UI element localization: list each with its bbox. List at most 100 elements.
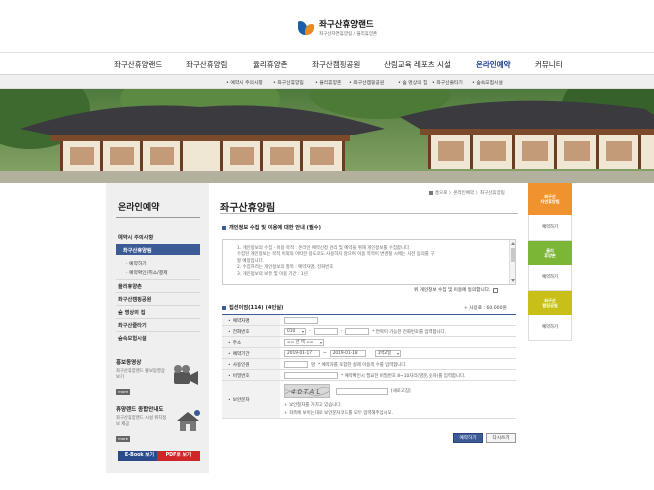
address-select-value: == 선 택 == — [287, 340, 314, 345]
people-unit: 명 — [311, 362, 316, 368]
label-period: 예약기간 — [232, 352, 250, 357]
form-label: • 사용인원 — [222, 359, 280, 369]
gnb-item[interactable]: 율리휴양촌 — [253, 59, 288, 70]
form-row-captcha: • 보안문자 40TAL [새로고침] + 보안절차를 거치고 있습니다. + … — [222, 381, 516, 419]
logo-subtitle: 좌구산자연휴양림 / 율리휴양촌 — [319, 32, 378, 37]
promo-map[interactable]: 휴양랜드 종합안내도 좌구산휴양랜드 시설 위치정보 제공 more — [116, 405, 200, 449]
scroll-down-icon[interactable] — [511, 279, 515, 282]
divider — [116, 305, 200, 306]
captcha-input[interactable] — [336, 387, 388, 395]
start-date-input[interactable]: 2019-01-17 — [284, 350, 320, 357]
chevron-down-icon — [302, 331, 304, 333]
sidebar-item[interactable]: 좌구산캠핑공원 — [118, 296, 151, 303]
form-row-name: • 예약자명 — [222, 315, 516, 326]
nights-select[interactable]: 1박2일 — [374, 350, 401, 357]
people-input[interactable] — [284, 361, 308, 368]
gnb-item[interactable]: 커뮤니티 — [535, 59, 563, 70]
subnav-item[interactable]: • 좌구산줄타기 — [432, 79, 463, 86]
chevron-down-icon — [320, 342, 322, 344]
agree-checkbox[interactable] — [493, 287, 499, 293]
sidebar-item-active[interactable]: 좌구산휴양림 — [116, 244, 200, 255]
quick-reserve-button[interactable]: 예약하기 — [528, 215, 572, 241]
bullet-icon: • — [228, 398, 231, 403]
sidebar-item[interactable]: 좌구산줄타기 — [118, 322, 147, 329]
privacy-section-title: 개인정보 수집 및 이용에 대한 안내 (필수) — [222, 224, 321, 231]
phone-last-input[interactable] — [345, 328, 370, 335]
form-title-text: 집선이엄(114) (4인실) — [229, 305, 284, 311]
quick-tab-forest[interactable]: 좌구산 자연휴양림 — [528, 183, 572, 215]
main-content: 홈으로 〉온라인예약 〉좌구산휴양림 좌구산휴양림 개인정보 수집 및 이용에 … — [209, 183, 527, 473]
subnav-item[interactable]: • 좌구산캠핑공원 — [349, 79, 384, 86]
right-quick-menu: 좌구산 자연휴양림 예약하기 율리 휴양촌 예약하기 좌구산 캠핑공원 예약하기 — [528, 183, 572, 341]
breadcrumb-text[interactable]: 홈으로 〉온라인예약 〉좌구산휴양림 — [435, 191, 505, 196]
gnb-item[interactable]: 좌구산휴양랜드 — [114, 59, 162, 70]
quick-tab-label: 율리 휴양촌 — [544, 247, 556, 259]
quick-reserve-button[interactable]: 예약하기 — [528, 315, 572, 341]
quick-reserve-button[interactable]: 예약하기 — [528, 265, 572, 291]
form-row-address: • 주소 == 선 택 == — [222, 337, 516, 348]
captcha-text: 40TAL — [291, 388, 323, 396]
sidebar-item[interactable]: 숲속모험시설 — [118, 335, 147, 342]
divider — [116, 331, 200, 332]
more-button[interactable]: more — [116, 436, 130, 442]
subnav-item[interactable]: • 율리휴양촌 — [315, 79, 341, 86]
promo-video[interactable]: 홍보동영상 좌구산휴양랜드 홍보동영상 보기 more — [116, 358, 200, 402]
captcha-refresh-link[interactable]: [새로고침] — [391, 388, 411, 394]
phone-middle-input[interactable] — [313, 328, 338, 335]
page-title: 좌구산휴양림 — [220, 203, 276, 214]
logo[interactable]: 좌구산휴양랜드 좌구산자연휴양림 / 율리휴양촌 — [298, 18, 377, 37]
captcha-note: + 보안절차를 거치고 있습니다. — [284, 403, 342, 408]
more-button[interactable]: more — [116, 389, 130, 395]
subnav-item[interactable]: • 좌구산휴양림 — [273, 79, 304, 86]
agree-row: 위 개인정보 수집 및 이용에 동의합니다. — [414, 287, 499, 293]
label-password: 비밀번호 — [232, 374, 250, 379]
quick-tab-label: 좌구산 자연휴양림 — [540, 193, 560, 205]
hanok-banner-image — [0, 89, 654, 183]
scroll-thumb[interactable] — [511, 248, 515, 262]
sidebar-item[interactable]: 율리휴양촌 — [118, 283, 142, 290]
gnb-item[interactable]: 좌구산휴양림 — [186, 59, 227, 70]
privacy-title-text: 개인정보 수집 및 이용에 대한 안내 (필수) — [229, 225, 321, 231]
gnb-item[interactable]: 좌구산캠핑공원 — [312, 59, 360, 70]
ebook-button[interactable]: E-Book 보기 — [118, 451, 161, 461]
phone-prefix-value: 010 — [287, 329, 296, 334]
reservation-form: • 예약자명 • 전화번호 010 - - * 연락이 가능한 전화번호를 입력합니… — [222, 314, 516, 419]
reset-button[interactable]: 다시쓰기 — [486, 433, 516, 443]
sidebar-subitem[interactable]: · 예약하기 — [126, 260, 147, 267]
video-camera-icon — [174, 365, 198, 385]
address-select[interactable]: == 선 택 == — [284, 339, 324, 346]
scroll-up-icon[interactable] — [511, 242, 515, 245]
promo-desc: 좌구산휴양랜드 홍보동영상 보기 — [116, 369, 165, 380]
sidebar-item[interactable]: 예약시 주의사항 — [118, 234, 153, 241]
sidebar: 온라인예약 예약시 주의사항 좌구산휴양림 · 예약하기 · 예약확인/취소/결… — [106, 183, 209, 473]
submit-button[interactable]: 예약하기 — [453, 433, 483, 443]
gnb-item[interactable]: 산림교육 레포츠 시설 — [384, 59, 451, 70]
form-label: • 비밀번호 — [222, 370, 280, 380]
quick-tab-camping[interactable]: 좌구산 캠핑공원 — [528, 291, 572, 315]
captcha-image: 40TAL — [284, 384, 330, 398]
nights-value: 1박2일 — [377, 351, 392, 356]
sidebar-item[interactable]: 숲 명상의 집 — [118, 309, 145, 316]
sidebar-subitem[interactable]: · 예약확인/취소/결제 — [126, 269, 168, 276]
end-date-input[interactable]: 2019-01-18 — [329, 350, 366, 357]
subnav-item[interactable]: • 숲 명상의 집 — [398, 79, 427, 86]
gnb-item-active[interactable]: 온라인예약 — [476, 59, 511, 70]
name-input[interactable] — [284, 317, 318, 324]
pdf-button[interactable]: PDF로 보기 — [157, 451, 200, 461]
scrollbar[interactable] — [509, 240, 515, 284]
subnav-item[interactable]: • 숲속모험시설 — [472, 79, 503, 86]
subnav-item[interactable]: • 예약시 주의사항 — [226, 79, 263, 86]
bullet-square-icon — [222, 225, 226, 230]
divider — [116, 217, 200, 218]
label-address: 주소 — [232, 341, 242, 346]
divider — [116, 318, 200, 319]
form-row-password: • 비밀번호 * 예약확인시 필요한 비밀번호 8~10자리(영문,숫자)를 입력… — [222, 370, 516, 381]
house-map-icon — [177, 410, 200, 431]
dash: - — [340, 329, 343, 334]
fee-text: + 사용료 : 60,000원 — [464, 306, 507, 311]
password-input[interactable] — [284, 372, 338, 379]
phone-prefix-select[interactable]: 010 — [284, 328, 306, 335]
quick-tab-yulli[interactable]: 율리 휴양촌 — [528, 241, 572, 265]
form-label: • 전화번호 — [222, 326, 280, 336]
privacy-textarea[interactable]: 1. 개인정보의 수집 · 이용 목적 : 온라인 예약신청 관리 및 예약을 … — [222, 239, 516, 285]
